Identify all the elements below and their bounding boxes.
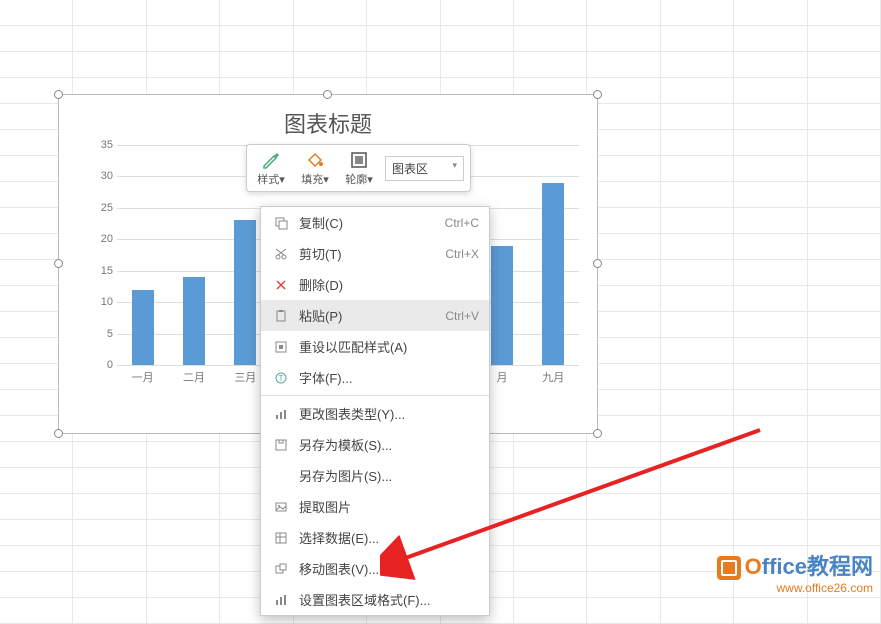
scissors-icon (271, 246, 291, 262)
y-tick: 25 (101, 202, 113, 214)
save-image-icon (271, 468, 291, 484)
menu-extract-image[interactable]: 提取图片 (261, 491, 489, 522)
copy-icon (271, 215, 291, 231)
resize-handle[interactable] (323, 90, 332, 99)
menu-separator (261, 395, 489, 396)
y-tick: 35 (101, 139, 113, 151)
menu-label: 重设以匹配样式(A) (299, 337, 479, 356)
bar (234, 220, 256, 365)
outline-button[interactable]: 轮廓▾ (341, 149, 377, 187)
menu-copy[interactable]: 复制(C) Ctrl+C (261, 207, 489, 238)
reset-icon (271, 339, 291, 355)
chart-element-selector[interactable]: 图表区 (385, 156, 464, 181)
menu-reset-style[interactable]: 重设以匹配样式(A) (261, 331, 489, 362)
fill-label: 填充 (301, 174, 323, 186)
style-button[interactable]: 样式▾ (253, 149, 289, 187)
menu-label: 删除(D) (299, 275, 479, 294)
watermark: Office教程网 www.office26.com (717, 549, 873, 595)
select-data-icon (271, 530, 291, 546)
menu-label: 另存为图片(S)... (299, 466, 479, 485)
save-template-icon (271, 437, 291, 453)
delete-icon (271, 277, 291, 293)
y-axis: 05101520253035 (89, 145, 117, 365)
menu-paste[interactable]: 粘贴(P) Ctrl+V (261, 300, 489, 331)
menu-shortcut: Ctrl+C (445, 216, 479, 230)
menu-save-image[interactable]: 另存为图片(S)... (261, 460, 489, 491)
menu-label: 提取图片 (299, 497, 479, 516)
x-label: 一月 (132, 369, 154, 385)
bar (542, 183, 564, 365)
x-label: 九月 (542, 369, 564, 385)
resize-handle[interactable] (54, 90, 63, 99)
x-label: 月 (491, 369, 513, 385)
x-label: 三月 (234, 369, 256, 385)
fill-button[interactable]: 填充▾ (297, 149, 333, 187)
move-chart-icon (271, 561, 291, 577)
menu-label: 复制(C) (299, 213, 445, 232)
menu-label: 剪切(T) (299, 244, 445, 263)
paste-icon (271, 308, 291, 324)
format-icon (271, 592, 291, 608)
resize-handle[interactable] (54, 429, 63, 438)
y-tick: 0 (107, 359, 113, 371)
outline-label: 轮廓 (345, 174, 367, 186)
y-tick: 20 (101, 233, 113, 245)
menu-label: 设置图表区域格式(F)... (299, 590, 479, 609)
y-tick: 30 (101, 170, 113, 182)
resize-handle[interactable] (54, 259, 63, 268)
bar (132, 290, 154, 365)
menu-label: 另存为模板(S)... (299, 435, 479, 454)
menu-format-chart-area[interactable]: 设置图表区域格式(F)... (261, 584, 489, 615)
menu-font[interactable]: T 字体(F)... (261, 362, 489, 393)
menu-delete[interactable]: 删除(D) (261, 269, 489, 300)
resize-handle[interactable] (593, 429, 602, 438)
logo-icon (717, 556, 741, 580)
menu-save-template[interactable]: 另存为模板(S)... (261, 429, 489, 460)
y-tick: 5 (107, 328, 113, 340)
resize-handle[interactable] (593, 90, 602, 99)
outline-icon (348, 149, 370, 171)
menu-label: 选择数据(E)... (299, 528, 479, 547)
menu-select-data[interactable]: 选择数据(E)... (261, 522, 489, 553)
style-label: 样式 (257, 174, 279, 186)
font-icon: T (271, 370, 291, 386)
chart-mini-toolbar: 样式▾ 填充▾ 轮廓▾ 图表区 (246, 144, 471, 192)
menu-cut[interactable]: 剪切(T) Ctrl+X (261, 238, 489, 269)
watermark-url: www.office26.com (717, 581, 873, 595)
resize-handle[interactable] (593, 259, 602, 268)
y-tick: 15 (101, 265, 113, 277)
menu-label: 移动图表(V)... (299, 559, 479, 578)
brush-icon (260, 149, 282, 171)
y-tick: 10 (101, 296, 113, 308)
chart-type-icon (271, 406, 291, 422)
svg-text:T: T (279, 374, 284, 383)
image-icon (271, 499, 291, 515)
context-menu: 复制(C) Ctrl+C 剪切(T) Ctrl+X 删除(D) 粘贴(P) Ct… (260, 206, 490, 616)
menu-shortcut: Ctrl+V (445, 309, 479, 323)
menu-change-chart-type[interactable]: 更改图表类型(Y)... (261, 398, 489, 429)
menu-shortcut: Ctrl+X (445, 247, 479, 261)
menu-label: 字体(F)... (299, 368, 479, 387)
menu-label: 粘贴(P) (299, 306, 445, 325)
bar (183, 277, 205, 365)
menu-move-chart[interactable]: 移动图表(V)... (261, 553, 489, 584)
x-label: 二月 (183, 369, 205, 385)
bar (491, 246, 513, 365)
bucket-icon (304, 149, 326, 171)
chart-title[interactable]: 图表标题 (59, 95, 597, 145)
menu-label: 更改图表类型(Y)... (299, 404, 479, 423)
